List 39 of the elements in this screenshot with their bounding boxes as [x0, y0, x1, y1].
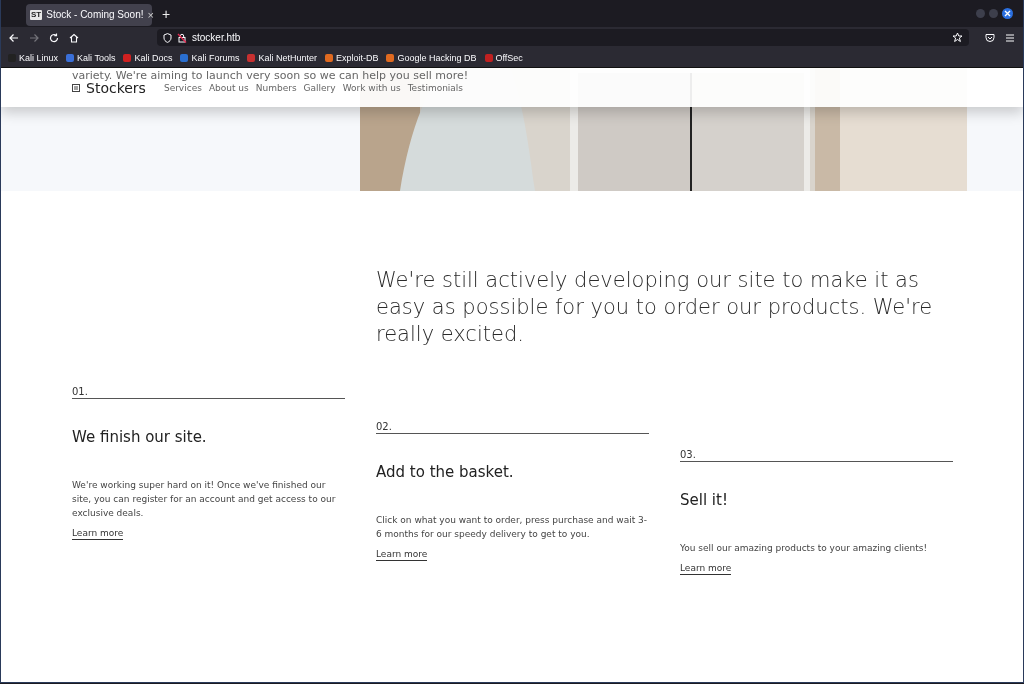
close-tab-button[interactable]: ×: [147, 8, 154, 21]
nav-link[interactable]: Numbers: [255, 82, 297, 93]
favicon: ST: [30, 9, 43, 20]
close-window-button[interactable]: [1002, 8, 1013, 19]
step-description: You sell our amazing products to your amazing clients!: [680, 542, 928, 555]
step-title: Add to the basket.: [376, 463, 515, 481]
step-number: 02.: [376, 421, 649, 434]
insecure-lock-icon: [177, 32, 187, 43]
bookmark[interactable]: Kali Forums: [180, 52, 240, 63]
nav-link[interactable]: Work with us: [342, 82, 401, 93]
step-description: We're working super hard on it! Once we've finished our site, you can register for an account and get access to our exclusive deals.: [72, 479, 337, 520]
address-bar[interactable]: stocker.htb: [157, 29, 969, 46]
step-number: 03.: [680, 449, 953, 462]
bookmark[interactable]: Google Hacking DB: [386, 52, 477, 63]
step-description: Click on what you want to order, press purchase and wait 3-6 months for our speedy delivery to get to you.: [376, 514, 649, 541]
learn-more-link[interactable]: Learn more: [72, 528, 124, 540]
new-tab-button[interactable]: +: [158, 5, 175, 22]
nav-link[interactable]: About us: [208, 82, 249, 93]
learn-more-link[interactable]: Learn more: [376, 549, 428, 561]
browser-tab[interactable]: ST Stock - Coming Soon! ×: [26, 3, 152, 26]
hero-text: variety. We're aiming to launch very soon so we can help you sell more!: [72, 69, 469, 82]
step-number: 01.: [72, 386, 345, 399]
learn-more-link[interactable]: Learn more: [680, 563, 732, 575]
step-title: Sell it!: [680, 491, 729, 509]
bookmark[interactable]: Kali NetHunter: [247, 52, 317, 63]
star-icon[interactable]: [952, 32, 963, 43]
intro-text: We're still actively developing our site to make it as easy as possible for you to order our products. We're really excited.: [376, 267, 934, 348]
bookmark[interactable]: Exploit-DB: [324, 52, 379, 63]
nav-link[interactable]: Gallery: [303, 82, 336, 93]
bookmark[interactable]: Kali Docs: [123, 52, 173, 63]
bookmark[interactable]: Kali Tools: [66, 52, 116, 63]
step-title: We finish our site.: [72, 428, 208, 446]
brand-name[interactable]: Stockers: [86, 79, 146, 96]
bookmark[interactable]: OffSec: [484, 52, 523, 63]
nav-link[interactable]: Testimonials: [407, 82, 464, 93]
logo-icon: [72, 83, 80, 92]
shield-icon: [163, 32, 172, 43]
bookmark[interactable]: Kali Linux: [8, 52, 59, 63]
nav-link[interactable]: Services: [163, 82, 202, 93]
